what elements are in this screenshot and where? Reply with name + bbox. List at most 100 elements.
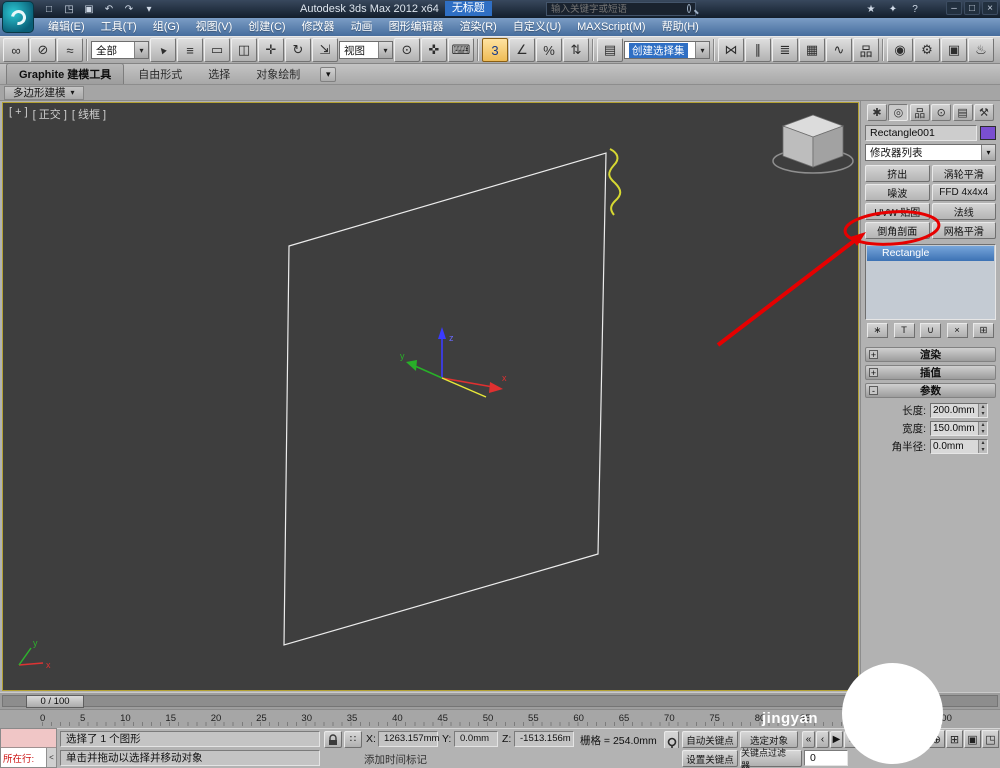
ribbon-tab-graphite-modeling[interactable]: Graphite 建模工具 bbox=[6, 63, 125, 84]
stack-item-rectangle[interactable]: Rectangle bbox=[867, 246, 994, 261]
rollout-parameters[interactable]: - 参数 bbox=[865, 383, 996, 398]
modifier-stack-list[interactable]: Rectangle bbox=[865, 244, 996, 320]
menu-item-graph-editors[interactable]: 图形编辑器 bbox=[381, 18, 452, 36]
snap-toggle-3d-button[interactable]: 3 bbox=[482, 38, 508, 62]
add-time-tag-label[interactable]: 添加时间标记 bbox=[364, 752, 427, 767]
schematic-view-button[interactable]: 品 bbox=[853, 38, 879, 62]
undo-icon[interactable]: ↶ bbox=[100, 1, 118, 17]
modifier-button-uvw-map[interactable]: UVW 贴图 bbox=[865, 203, 930, 220]
select-object-button[interactable]: ▲ bbox=[150, 38, 176, 62]
zoom-extents-icon[interactable]: ▣ bbox=[964, 730, 981, 748]
use-pivot-center-button[interactable]: ⊙ bbox=[394, 38, 420, 62]
corner-radius-field[interactable]: 0.0mm ▴ ▾ bbox=[930, 439, 988, 454]
zoom-extents-all-icon[interactable]: ◳ bbox=[982, 730, 999, 748]
menu-item-customize[interactable]: 自定义(U) bbox=[505, 18, 569, 36]
select-and-move-button[interactable]: ✛ bbox=[258, 38, 284, 62]
modifier-button-turbosmooth[interactable]: 涡轮平滑 bbox=[931, 165, 996, 182]
panel-tab-motion[interactable]: ⊙ bbox=[931, 104, 952, 121]
rollout-collapse-icon[interactable]: - bbox=[869, 386, 878, 396]
pin-stack-icon[interactable]: ∗ bbox=[867, 323, 888, 338]
menu-item-help[interactable]: 帮助(H) bbox=[654, 18, 707, 36]
modifier-button-ffd4x4x4[interactable]: FFD 4x4x4 bbox=[931, 184, 996, 201]
menu-item-rendering[interactable]: 渲染(R) bbox=[452, 18, 505, 36]
rollout-expand-icon[interactable]: + bbox=[869, 368, 878, 378]
named-selection-sets-dropdown[interactable]: 创建选择集 ▾ bbox=[624, 41, 710, 59]
angle-snap-button[interactable]: ∠ bbox=[509, 38, 535, 62]
search-icon[interactable] bbox=[687, 4, 691, 13]
viewport-pov-menu[interactable]: [ 正交 ] bbox=[33, 106, 67, 122]
edit-named-selection-sets-button[interactable]: ▤ bbox=[597, 38, 623, 62]
workspace-dropdown-icon[interactable]: ▾ bbox=[140, 1, 158, 17]
absolute-offset-mode-toggle[interactable]: ∷ bbox=[344, 731, 362, 748]
render-setup-button[interactable]: ⚙ bbox=[914, 38, 940, 62]
time-slider-handle[interactable]: 0 / 100 bbox=[26, 695, 84, 708]
modifier-button-meshsmooth[interactable]: 网格平滑 bbox=[931, 222, 996, 239]
modifier-button-normal[interactable]: 法线 bbox=[931, 203, 996, 220]
ribbon-tab-selection[interactable]: 选择 bbox=[196, 64, 242, 84]
rendered-frame-window-button[interactable]: ▣ bbox=[941, 38, 967, 62]
menu-item-views[interactable]: 视图(V) bbox=[188, 18, 241, 36]
play-button[interactable]: ▶ bbox=[830, 731, 843, 748]
modifier-button-bevel-profile[interactable]: 倒角剖面 bbox=[865, 222, 930, 239]
rollout-expand-icon[interactable]: + bbox=[869, 350, 878, 360]
profile-spline[interactable] bbox=[608, 148, 622, 216]
rollout-rendering[interactable]: + 渲染 bbox=[865, 347, 996, 362]
x-coord-field[interactable]: 1263.157mm bbox=[378, 731, 439, 747]
unlink-selection-button[interactable]: ⊘ bbox=[30, 38, 56, 62]
spinner-snap-button[interactable]: ⇅ bbox=[563, 38, 589, 62]
go-to-start-button[interactable]: « bbox=[802, 731, 815, 748]
favorites-star-icon[interactable]: ★ bbox=[862, 1, 880, 17]
rectangular-selection-region-button[interactable]: ▭ bbox=[204, 38, 230, 62]
zoom-all-icon[interactable]: ⊞ bbox=[946, 730, 963, 748]
spinner-icon[interactable]: ▴ ▾ bbox=[978, 422, 987, 435]
rectangle-spline-wireframe[interactable] bbox=[283, 152, 607, 646]
length-field[interactable]: 200.0mm ▴ ▾ bbox=[930, 403, 988, 418]
render-production-button[interactable]: ♨ bbox=[968, 38, 994, 62]
previous-frame-button[interactable]: ‹ bbox=[816, 731, 829, 748]
object-color-swatch[interactable] bbox=[980, 126, 996, 140]
material-editor-button[interactable]: ◉ bbox=[887, 38, 913, 62]
close-button[interactable]: × bbox=[982, 1, 998, 15]
frame-number-field[interactable]: 0 bbox=[804, 750, 848, 766]
listener-scroll-icon[interactable]: < bbox=[46, 748, 56, 767]
object-name-field[interactable]: Rectangle001 bbox=[865, 125, 977, 141]
graphite-ribbon-toggle-button[interactable]: ▦ bbox=[799, 38, 825, 62]
menu-item-edit[interactable]: 编辑(E) bbox=[40, 18, 93, 36]
panel-tab-hierarchy[interactable]: 品 bbox=[909, 104, 930, 121]
open-file-icon[interactable]: ◳ bbox=[60, 1, 78, 17]
make-unique-icon[interactable]: ∪ bbox=[920, 323, 941, 338]
chevron-down-icon[interactable]: ▾ bbox=[134, 42, 148, 58]
chevron-down-icon[interactable]: ▾ bbox=[378, 42, 392, 58]
menu-item-maxscript[interactable]: MAXScript(M) bbox=[569, 18, 653, 36]
ribbon-minimize-chevron-icon[interactable]: ▾ bbox=[320, 67, 337, 82]
rollout-interpolation[interactable]: + 插值 bbox=[865, 365, 996, 380]
modifier-button-noise[interactable]: 噪波 bbox=[865, 184, 930, 201]
viewport-orthographic[interactable]: z x y x y [ + ] [ 正交 ] [ 线框 ] bbox=[2, 102, 859, 691]
set-keys-button[interactable]: 设置关键点 bbox=[682, 750, 738, 767]
search-input[interactable] bbox=[547, 3, 687, 15]
keyboard-shortcut-override-toggle[interactable]: ⌨ bbox=[448, 38, 474, 62]
selection-lock-toggle[interactable] bbox=[324, 731, 342, 748]
show-end-result-icon[interactable]: T bbox=[893, 323, 915, 338]
panel-tab-display[interactable]: ▤ bbox=[952, 104, 973, 121]
polygon-modeling-panel-tab[interactable]: 多边形建模 ▾ bbox=[4, 85, 84, 100]
select-and-scale-button[interactable]: ⇲ bbox=[312, 38, 338, 62]
menu-item-modifiers[interactable]: 修改器 bbox=[294, 18, 343, 36]
new-scene-icon[interactable]: □ bbox=[40, 1, 58, 17]
ribbon-tab-object-paint[interactable]: 对象绘制 bbox=[244, 64, 312, 84]
select-and-rotate-button[interactable]: ↻ bbox=[285, 38, 311, 62]
panel-tab-utilities[interactable]: ⚒ bbox=[973, 104, 994, 121]
reference-coordinate-dropdown[interactable]: 视图 ▾ bbox=[339, 41, 393, 59]
panel-tab-modify[interactable]: ◎ bbox=[888, 104, 909, 121]
window-crossing-toggle[interactable]: ◫ bbox=[231, 38, 257, 62]
select-and-manipulate-button[interactable]: ✜ bbox=[421, 38, 447, 62]
viewcube[interactable] bbox=[772, 114, 854, 174]
ribbon-tab-freeform[interactable]: 自由形式 bbox=[126, 64, 194, 84]
minimize-button[interactable]: – bbox=[946, 1, 962, 15]
width-field[interactable]: 150.0mm ▴ ▾ bbox=[930, 421, 988, 436]
selection-filter-dropdown[interactable]: 全部 ▾ bbox=[91, 41, 149, 59]
y-coord-field[interactable]: 0.0mm bbox=[454, 731, 498, 747]
layer-manager-button[interactable]: ≣ bbox=[772, 38, 798, 62]
menu-item-tools[interactable]: 工具(T) bbox=[93, 18, 145, 36]
key-filters-button[interactable]: 关键点过滤器... bbox=[740, 748, 802, 768]
